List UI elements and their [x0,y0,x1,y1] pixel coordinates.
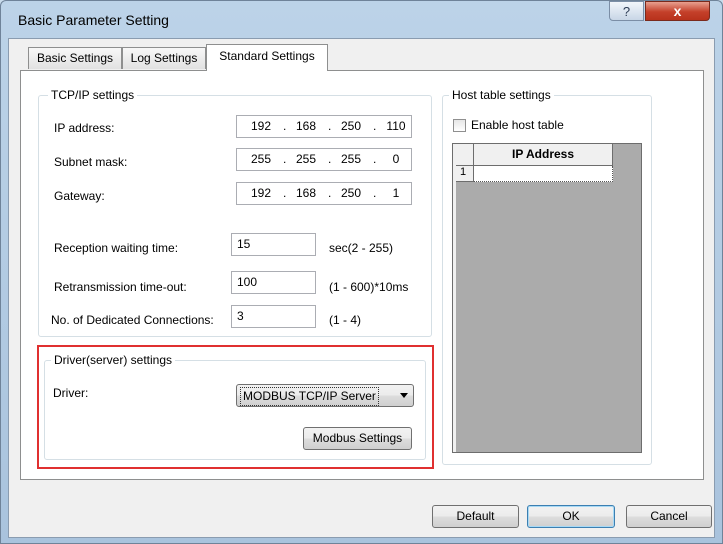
retransmission-timeout-label: Retransmission time-out: [54,280,187,294]
grid-left-strip [453,144,456,452]
chevron-down-icon[interactable] [400,393,408,398]
gateway-octet-1[interactable]: 192 [247,186,275,200]
ip-octet-3[interactable]: 250 [337,119,365,133]
retransmission-timeout-input[interactable]: 100 [231,271,316,294]
dedicated-connections-range: (1 - 4) [329,313,362,327]
window-title: Basic Parameter Setting [18,12,169,28]
grid-row-header[interactable]: 1 [456,166,474,182]
gateway-octet-4[interactable]: 1 [382,186,410,200]
tab-basic-settings[interactable]: Basic Settings [28,47,122,69]
reception-waiting-time-label: Reception waiting time: [54,241,179,255]
gateway-octet-3[interactable]: 250 [337,186,365,200]
modbus-settings-button[interactable]: Modbus Settings [303,427,412,450]
gateway-octet-2[interactable]: 168 [292,186,320,200]
subnet-octet-4[interactable]: 0 [382,152,410,166]
dedicated-connections-label: No. of Dedicated Connections: [51,313,214,327]
enable-host-table-label[interactable]: Enable host table [471,118,564,132]
help-button[interactable]: ? [609,1,644,21]
subnet-mask-input[interactable]: 255 . 255 . 255 . 0 [236,148,412,171]
subnet-octet-1[interactable]: 255 [247,152,275,166]
tab-label: Log Settings [130,51,198,65]
default-button[interactable]: Default [432,505,519,528]
cancel-button[interactable]: Cancel [626,505,712,528]
ip-octet-2[interactable]: 168 [292,119,320,133]
reception-waiting-time-range: sec(2 - 255) [329,241,394,255]
tab-log-settings[interactable]: Log Settings [122,47,206,69]
grid-ip-cell[interactable] [474,166,613,182]
ip-separator: . [328,152,332,166]
dedicated-connections-input[interactable]: 3 [231,305,316,328]
ip-separator: . [283,119,287,133]
reception-waiting-time-input[interactable]: 15 [231,233,316,256]
gateway-label: Gateway: [54,189,105,203]
host-table-grid[interactable]: IP Address 1 [452,143,642,453]
subnet-octet-2[interactable]: 255 [292,152,320,166]
ip-address-column-header[interactable]: IP Address [474,144,613,166]
close-icon: x [673,3,682,19]
ip-octet-1[interactable]: 192 [247,119,275,133]
subnet-mask-label: Subnet mask: [54,155,128,169]
driver-label: Driver: [53,386,89,400]
ip-separator: . [373,119,377,133]
ip-separator: . [283,152,287,166]
host-table-settings-legend: Host table settings [449,88,554,102]
tcpip-settings-legend: TCP/IP settings [48,88,138,102]
ip-separator: . [283,186,287,200]
ip-separator: . [373,152,377,166]
subnet-octet-3[interactable]: 255 [337,152,365,166]
help-icon: ? [622,4,631,19]
ip-separator: . [373,186,377,200]
tab-label: Standard Settings [219,49,315,63]
ip-separator: . [328,186,332,200]
grid-corner [456,144,474,166]
ip-address-input[interactable]: 192 . 168 . 250 . 110 [236,115,412,138]
tab-standard-settings[interactable]: Standard Settings [206,44,328,71]
ip-octet-4[interactable]: 110 [382,119,410,133]
driver-settings-legend: Driver(server) settings [51,353,176,367]
gateway-input[interactable]: 192 . 168 . 250 . 1 [236,182,412,205]
ip-separator: . [328,119,332,133]
driver-select[interactable]: MODBUS TCP/IP Server [236,384,414,407]
tab-label: Basic Settings [36,51,114,65]
ip-address-label: IP address: [54,121,115,135]
close-button[interactable]: x [645,1,710,21]
enable-host-table-checkbox[interactable] [453,119,466,132]
ok-button[interactable]: OK [527,505,615,528]
driver-selected-value: MODBUS TCP/IP Server [240,387,379,406]
retransmission-timeout-range: (1 - 600)*10ms [329,280,409,294]
